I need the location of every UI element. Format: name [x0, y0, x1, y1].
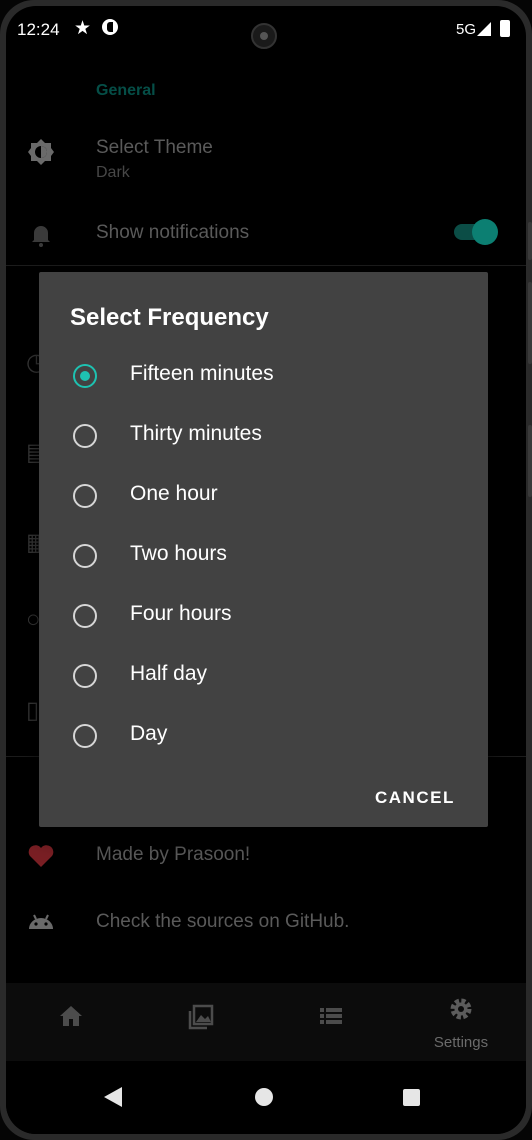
device-frame: 12:24 ★ 5G General Select Theme Dark Sho…	[0, 0, 532, 1140]
option-half-day[interactable]: Half day	[39, 646, 488, 706]
notifications-toggle[interactable]	[454, 219, 498, 245]
theme-icon	[26, 137, 56, 167]
select-theme-value: Dark	[96, 164, 130, 181]
status-bar: 12:24 ★ 5G	[6, 6, 526, 52]
cancel-button[interactable]: CANCEL	[375, 788, 455, 808]
option-fifteen-minutes[interactable]: Fifteen minutes	[39, 346, 488, 406]
list-icon	[266, 1003, 396, 1036]
screen: 12:24 ★ 5G General Select Theme Dark Sho…	[6, 6, 526, 1134]
network-label: 5G	[456, 21, 477, 38]
android-icon	[26, 907, 56, 937]
gear-icon	[396, 995, 526, 1030]
select-theme-title: Select Theme	[96, 137, 213, 158]
nav-gallery[interactable]	[136, 983, 266, 1061]
radio-button[interactable]	[73, 724, 97, 748]
select-theme-row[interactable]: Select Theme Dark	[6, 126, 526, 196]
nav-home[interactable]	[6, 983, 136, 1061]
option-day[interactable]: Day	[39, 706, 488, 766]
system-navigation-bar	[6, 1061, 526, 1134]
gallery-icon	[136, 1003, 266, 1038]
option-two-hours[interactable]: Two hours	[39, 526, 488, 586]
bottom-navigation: Settings	[6, 983, 526, 1061]
back-icon[interactable]	[104, 1087, 122, 1107]
option-four-hours[interactable]: Four hours	[39, 586, 488, 646]
radio-button[interactable]	[73, 424, 97, 448]
made-by-row[interactable]: Made by Prasoon!	[6, 836, 526, 876]
radio-button[interactable]	[73, 484, 97, 508]
power-button	[528, 425, 532, 497]
option-label: Fifteen minutes	[130, 362, 274, 385]
battery-icon	[500, 20, 510, 37]
option-label: One hour	[130, 482, 218, 505]
heart-icon	[26, 840, 56, 870]
dialog-title: Select Frequency	[70, 304, 269, 331]
radio-button[interactable]	[73, 604, 97, 628]
option-thirty-minutes[interactable]: Thirty minutes	[39, 406, 488, 466]
app-notification-icon	[102, 19, 118, 35]
radio-button[interactable]	[73, 544, 97, 568]
option-label: Thirty minutes	[130, 422, 262, 445]
nav-settings-label: Settings	[433, 1034, 489, 1051]
option-label: Half day	[130, 662, 208, 685]
divider	[6, 265, 526, 266]
nav-list[interactable]	[266, 983, 396, 1061]
signal-icon	[477, 22, 491, 36]
github-row[interactable]: Check the sources on GitHub.	[6, 903, 526, 943]
star-icon: ★	[74, 18, 92, 39]
volume-button	[528, 222, 532, 260]
home-button-icon[interactable]	[255, 1088, 273, 1106]
option-label: Two hours	[130, 542, 227, 565]
device-icon: ▯	[26, 697, 40, 724]
made-by-text: Made by Prasoon!	[96, 844, 251, 865]
volume-rocker	[528, 282, 532, 364]
section-header-general: General	[96, 82, 156, 99]
front-camera	[251, 23, 277, 49]
radio-button[interactable]	[73, 664, 97, 688]
toggle-knob	[472, 219, 498, 245]
option-label: Four hours	[130, 602, 232, 625]
select-frequency-dialog: Select Frequency Fifteen minutes Thirty …	[39, 272, 488, 827]
home-icon	[6, 1003, 136, 1036]
github-text: Check the sources on GitHub.	[96, 911, 350, 932]
nav-settings[interactable]: Settings	[396, 983, 526, 1061]
radio-button-selected[interactable]	[73, 364, 97, 388]
status-time: 12:24	[17, 20, 60, 39]
show-notifications-row[interactable]: Show notifications	[6, 206, 526, 266]
option-label: Day	[130, 722, 168, 745]
recents-icon[interactable]	[403, 1089, 420, 1106]
bell-icon	[26, 219, 56, 249]
option-one-hour[interactable]: One hour	[39, 466, 488, 526]
show-notifications-title: Show notifications	[96, 222, 250, 243]
